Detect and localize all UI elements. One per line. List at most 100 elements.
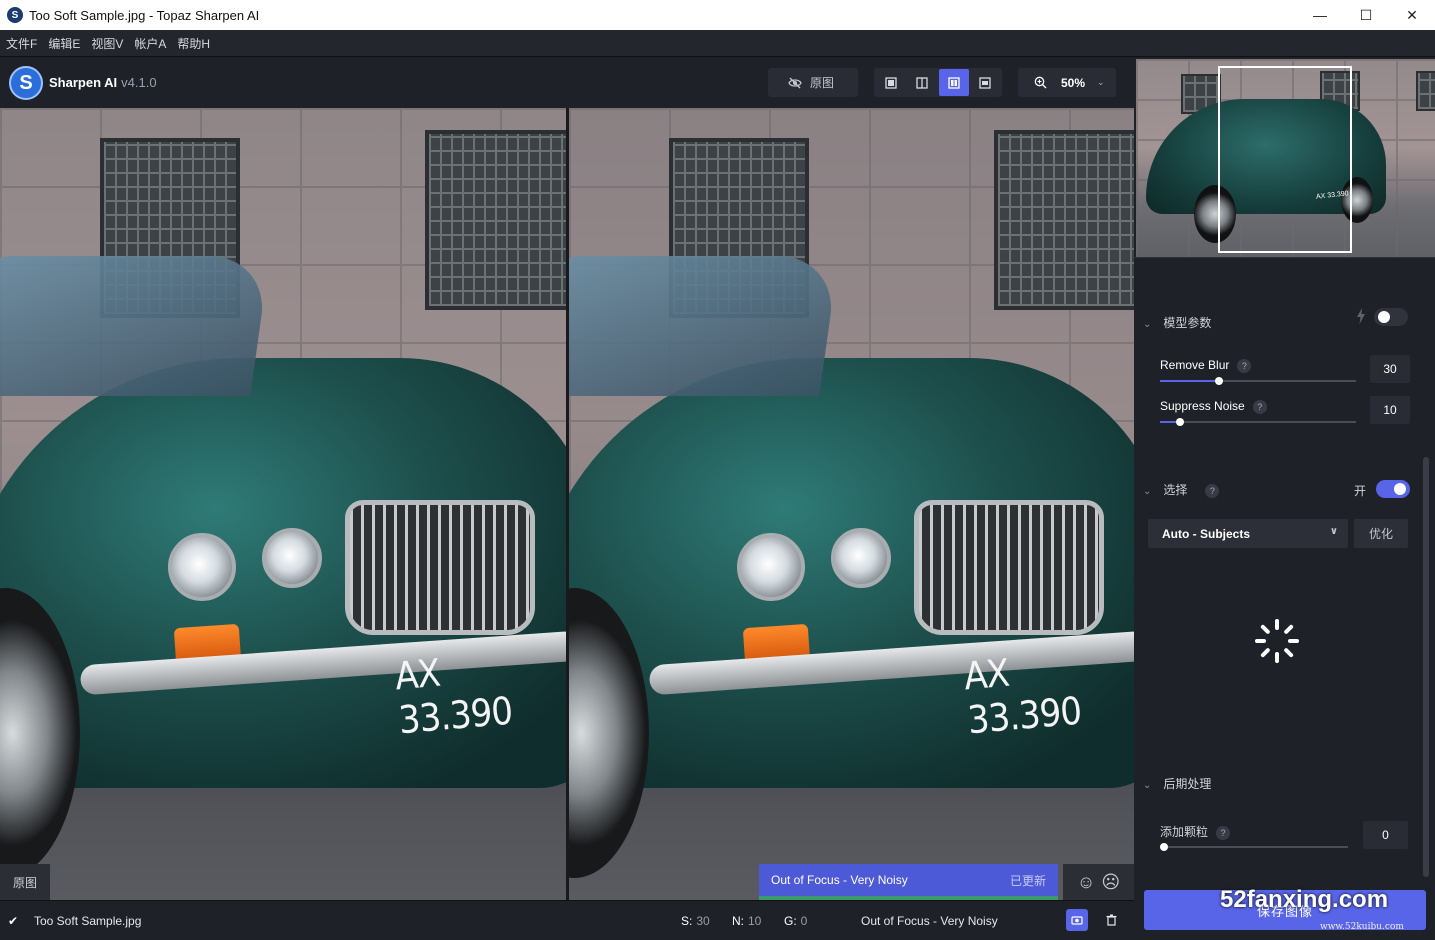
single-view-icon — [885, 76, 897, 89]
scrollbar-thumb[interactable] — [1423, 457, 1429, 877]
close-button[interactable]: ✕ — [1389, 0, 1435, 30]
delete-button[interactable] — [1102, 910, 1120, 930]
photo-grille — [345, 500, 535, 635]
photo-car-windshield — [569, 256, 839, 396]
model-tag-status: 已更新 — [1009, 873, 1046, 888]
toggle-knob — [1394, 483, 1406, 495]
panel-separator — [1134, 257, 1435, 258]
menu-bar: 文件F 编辑E 视图V 帐户A 帮助H — [0, 30, 1435, 57]
remove-blur-input[interactable]: 30 — [1370, 355, 1410, 383]
chevron-down-icon: ∨ — [1329, 526, 1338, 537]
view-single-button[interactable] — [876, 69, 906, 96]
suppress-noise-input[interactable]: 10 — [1370, 396, 1410, 424]
menu-help[interactable]: 帮助H — [177, 35, 210, 52]
panel-scrollbar[interactable] — [1423, 457, 1429, 877]
split-view-icon — [916, 76, 928, 89]
photo-headlight — [262, 528, 322, 588]
remove-blur-text: Remove Blur — [1160, 358, 1230, 372]
menu-view[interactable]: 视图V — [91, 35, 123, 52]
help-icon[interactable]: ? — [1216, 825, 1231, 840]
show-original-button[interactable]: 原图 — [768, 68, 858, 97]
sharpen-ai-window: S Too Soft Sample.jpg - Topaz Sharpen AI… — [0, 0, 1435, 940]
toolbar: S Sharpen AI v4.1.0 原图 50% ⌄ — [0, 57, 1134, 108]
grain-label: 添加颗粒? — [1160, 823, 1231, 840]
spinner-tick — [1275, 652, 1279, 663]
brand-name: Sharpen AI — [49, 75, 118, 90]
spinner-tick — [1275, 619, 1279, 630]
view-mode-group — [874, 68, 1002, 97]
menu-edit[interactable]: 编辑E — [48, 35, 80, 52]
processed-image-pane[interactable]: AX 33.390 — [569, 108, 1135, 900]
original-image-pane[interactable]: AX 33.390 — [0, 108, 566, 900]
selection-toggle[interactable] — [1376, 480, 1410, 498]
smile-icon[interactable]: ☺ — [1077, 872, 1095, 893]
show-original-label: 原图 — [810, 76, 835, 90]
menu-file[interactable]: 文件F — [6, 35, 37, 52]
lightning-icon — [1357, 308, 1365, 324]
file-name[interactable]: Too Soft Sample.jpg — [34, 914, 141, 928]
model-tag: Out of Focus - Very Noisy 已更新 — [759, 864, 1058, 900]
grain-input[interactable]: 0 — [1363, 821, 1408, 849]
spinner-tick — [1260, 647, 1271, 658]
view-compare-button[interactable] — [971, 69, 1001, 96]
watermark-url: www.52kuibu.com — [1320, 922, 1404, 932]
watermark-logo: 52fanxing.com — [1220, 886, 1389, 913]
minimize-button[interactable]: — — [1297, 0, 1343, 30]
auto-params-toggle[interactable] — [1374, 308, 1408, 326]
grain-handle[interactable] — [1160, 843, 1168, 851]
title-bar: S Too Soft Sample.jpg - Topaz Sharpen AI… — [0, 0, 1435, 30]
help-icon[interactable]: ? — [1237, 358, 1252, 373]
help-icon[interactable]: ? — [1205, 483, 1220, 498]
selection-header[interactable]: ⌄ 选择? — [1143, 481, 1220, 498]
remove-blur-handle[interactable] — [1215, 377, 1223, 385]
stat-grain: G: 0 — [784, 914, 807, 928]
navigator-thumbnail[interactable]: AX 33.390 — [1136, 59, 1435, 257]
spinner-tick — [1283, 624, 1294, 635]
spinner-tick — [1255, 639, 1266, 643]
view-side-by-side-button[interactable] — [939, 69, 969, 96]
suppress-noise-text: Suppress Noise — [1160, 399, 1245, 413]
maximize-button[interactable]: ☐ — [1343, 0, 1389, 30]
window-title: Too Soft Sample.jpg - Topaz Sharpen AI — [29, 7, 260, 23]
remove-blur-label: Remove Blur? — [1160, 358, 1252, 373]
photo-window — [425, 130, 566, 310]
post-processing-title: 后期处理 — [1163, 777, 1212, 791]
refine-button[interactable]: 优化 — [1354, 519, 1408, 548]
zoom-in-icon — [1034, 76, 1047, 89]
stat-s-label: S: — [681, 914, 693, 928]
eye-off-icon — [788, 77, 802, 88]
trash-icon — [1106, 914, 1116, 926]
remove-blur-slider[interactable] — [1160, 377, 1356, 385]
selection-mode-select[interactable]: Auto - Subjects ∨ — [1148, 519, 1348, 548]
spinner-tick — [1260, 624, 1271, 635]
remove-blur-fill — [1160, 380, 1219, 382]
suppress-noise-slider[interactable] — [1160, 418, 1356, 426]
photo-headlight — [737, 533, 805, 601]
preview-toggle-button[interactable] — [1066, 909, 1088, 931]
chevron-down-icon: ⌄ — [1097, 77, 1105, 87]
side-by-side-icon — [948, 76, 960, 89]
neutral-face-icon[interactable]: ☹ — [1101, 872, 1120, 893]
view-split-button[interactable] — [908, 69, 938, 96]
model-params-header[interactable]: ⌄ 模型参数 — [1143, 314, 1211, 331]
app-icon: S — [7, 7, 23, 23]
stat-s-value: 30 — [696, 914, 710, 928]
navigator-viewport-frame[interactable] — [1218, 66, 1352, 253]
selection-title: 选择 — [1163, 483, 1188, 497]
photo-car-windshield — [0, 256, 270, 396]
zoom-control[interactable]: 50% ⌄ — [1018, 68, 1116, 97]
grain-text: 添加颗粒 — [1160, 825, 1209, 839]
nav-window — [1416, 71, 1435, 111]
stat-noise: N: 10 — [732, 914, 761, 928]
chevron-down-icon: ⌄ — [1143, 780, 1152, 791]
toggle-knob — [1378, 311, 1390, 323]
photo-grille — [914, 500, 1104, 635]
photo-headlight — [831, 528, 891, 588]
suppress-noise-handle[interactable] — [1176, 418, 1184, 426]
menu-account[interactable]: 帐户A — [134, 35, 166, 52]
help-icon[interactable]: ? — [1252, 399, 1267, 414]
stat-n-label: N: — [732, 914, 744, 928]
post-processing-header[interactable]: ⌄ 后期处理 — [1143, 775, 1211, 792]
grain-slider[interactable] — [1160, 843, 1348, 851]
check-icon[interactable]: ✔ — [8, 914, 18, 928]
